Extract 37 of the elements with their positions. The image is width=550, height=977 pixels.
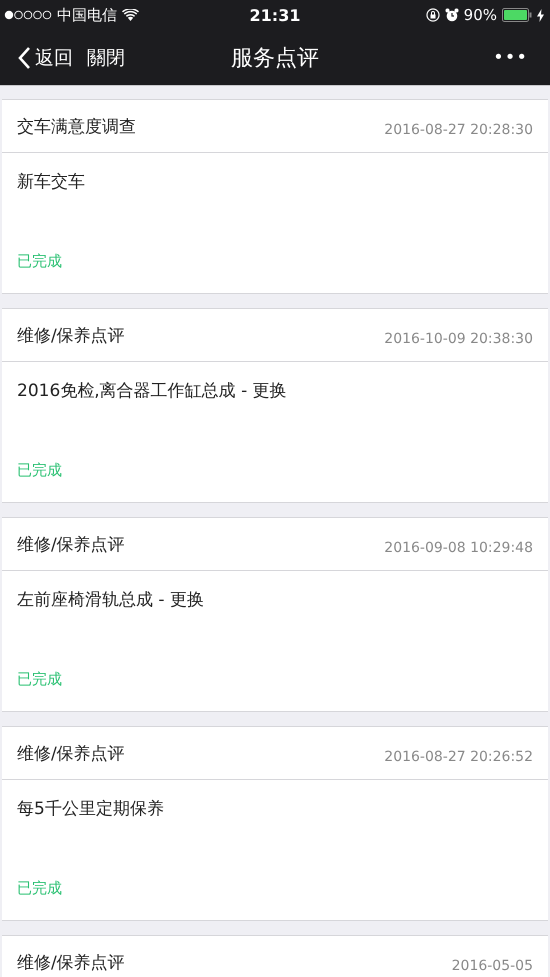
review-type: 交车满意度调查 [17,116,136,138]
review-type: 维修/保养点评 [17,952,125,974]
review-status: 已完成 [17,461,63,480]
alarm-icon [444,8,459,22]
review-status: 已完成 [17,879,63,898]
battery-percent: 90% [464,6,497,24]
review-status: 已完成 [17,252,63,271]
review-date: 2016-05-05 [452,957,533,974]
review-type: 维修/保养点评 [17,742,125,764]
wifi-icon [122,9,139,21]
review-date: 2016-10-09 20:38:30 [384,330,533,347]
review-date: 2016-08-27 20:28:30 [384,121,533,138]
review-date: 2016-08-27 20:26:52 [384,748,533,765]
review-card[interactable]: 维修/保养点评 2016-08-27 20:26:52 每5千公里定期保养 已完成 [2,726,548,921]
battery-icon [502,8,532,22]
more-button[interactable]: ••• [493,47,528,68]
rotation-lock-icon [426,8,440,22]
carrier-name: 中国电信 [57,6,117,24]
service-item: 每5千公里定期保养 [17,798,165,820]
back-button[interactable]: 返回 [18,44,73,70]
review-card[interactable]: 维修/保养点评 2016-05-05 [2,935,548,977]
review-card[interactable]: 交车满意度调查 2016-08-27 20:28:30 新车交车 已完成 [2,99,548,294]
clock-time: 21:31 [250,6,300,24]
service-item: 左前座椅滑轨总成 - 更换 [17,589,205,611]
review-date: 2016-09-08 10:29:48 [384,539,533,556]
service-item: 2016免检,离合器工作缸总成 - 更换 [17,380,288,402]
back-chevron-icon [18,46,31,70]
review-card[interactable]: 维修/保养点评 2016-09-08 10:29:48 左前座椅滑轨总成 - 更换 已完成 [2,517,548,712]
review-card[interactable]: 维修/保养点评 2016-10-09 20:38:30 2016免检,离合器工作缸总成 - 更换 已完成 [2,308,548,503]
review-type: 维修/保养点评 [17,324,125,346]
review-type: 维修/保养点评 [17,534,125,556]
service-item: 新车交车 [17,171,86,193]
signal-icon [4,10,52,20]
close-button[interactable]: 關閉 [87,44,125,70]
charging-icon [537,8,544,22]
review-status: 已完成 [17,670,63,689]
page-title: 服务点评 [231,44,319,72]
